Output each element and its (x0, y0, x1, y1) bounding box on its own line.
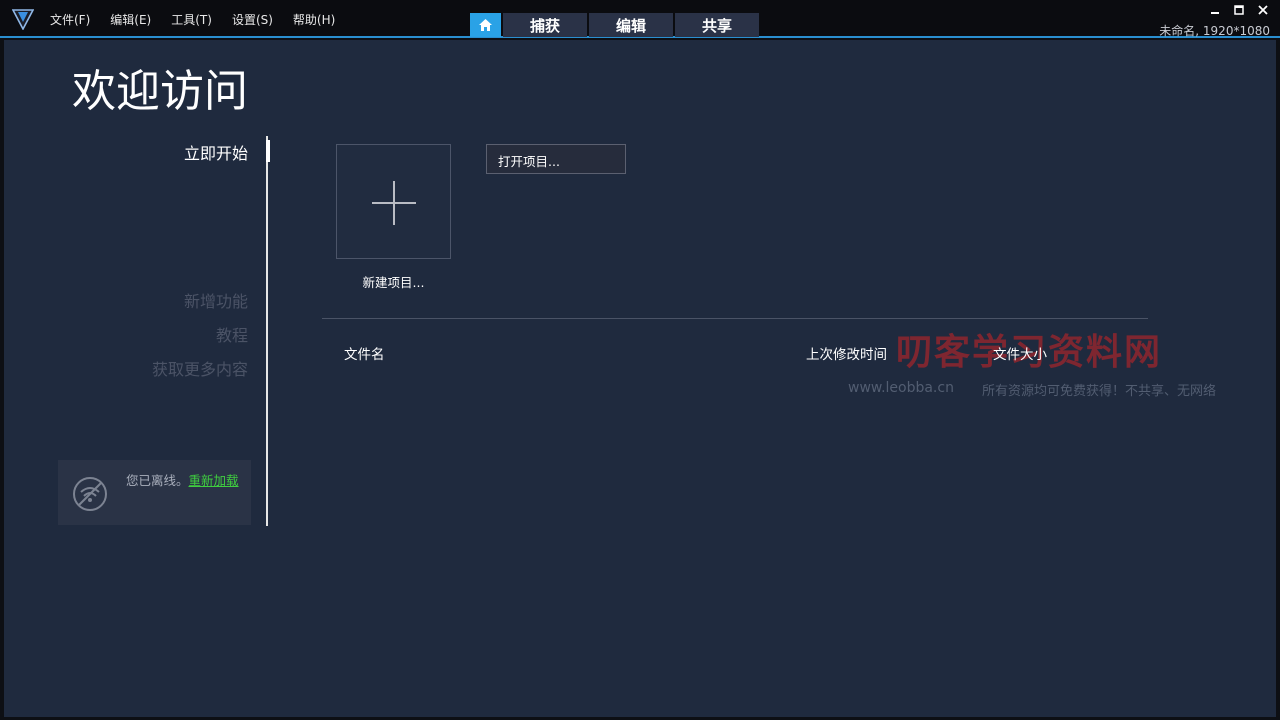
nav-get-more[interactable]: 获取更多内容 (152, 356, 248, 380)
new-project-button[interactable] (336, 144, 451, 259)
menu-tools[interactable]: 工具(T) (171, 11, 212, 28)
tab-capture[interactable]: 捕获 (503, 13, 587, 37)
maximize-button[interactable] (1232, 4, 1246, 16)
title-bar: 文件(F) 编辑(E) 工具(T) 设置(S) 帮助(H) 捕获 编辑 共享 未… (0, 0, 1280, 38)
column-header-filename[interactable]: 文件名 (344, 343, 385, 363)
plus-icon-vertical (393, 181, 395, 225)
menu-help[interactable]: 帮助(H) (293, 11, 335, 28)
maximize-icon (1234, 5, 1244, 15)
minimize-icon (1211, 12, 1219, 14)
column-header-size[interactable]: 文件大小 (993, 343, 1047, 363)
open-project-button[interactable]: 打开项目... (486, 144, 626, 174)
divider (322, 318, 1148, 319)
close-button[interactable] (1256, 4, 1270, 16)
mode-tabs: 捕获 编辑 共享 (470, 13, 759, 37)
offline-notice: 您已离线。重新加载 (58, 460, 251, 525)
menu-edit[interactable]: 编辑(E) (110, 11, 151, 28)
project-info: 未命名, 1920*1080 (1159, 24, 1270, 38)
tab-edit[interactable]: 编辑 (589, 13, 673, 37)
no-wifi-icon (73, 477, 107, 511)
offline-message: 您已离线。 (126, 473, 189, 488)
tab-home[interactable] (470, 13, 501, 37)
page-title: 欢迎访问 (72, 66, 248, 117)
column-header-modified[interactable]: 上次修改时间 (806, 343, 887, 363)
watermark-note: 所有资源均可免费获得！不共享、无网络 (982, 384, 1217, 399)
close-icon (1258, 5, 1268, 15)
menu-settings[interactable]: 设置(S) (232, 11, 273, 28)
nav-whats-new[interactable]: 新增功能 (184, 288, 248, 312)
tab-share[interactable]: 共享 (675, 13, 759, 37)
window-controls (1208, 4, 1270, 16)
nav-tutorials[interactable]: 教程 (216, 322, 248, 346)
menu-file[interactable]: 文件(F) (50, 11, 90, 28)
nav-get-started[interactable]: 立即开始 (184, 140, 248, 164)
app-logo-icon[interactable] (12, 8, 34, 30)
welcome-panel: 欢迎访问 立即开始 新增功能 教程 获取更多内容 您已离线。重新加载 新建项目.… (4, 40, 1276, 717)
minimize-button[interactable] (1208, 4, 1222, 16)
watermark-url: www.leobba.cn (848, 380, 954, 396)
menu-bar: 文件(F) 编辑(E) 工具(T) 设置(S) 帮助(H) (50, 11, 335, 28)
nav-active-indicator (266, 140, 270, 162)
reload-link[interactable]: 重新加载 (189, 473, 239, 488)
offline-text: 您已离线。重新加载 (126, 472, 242, 489)
home-icon (479, 19, 492, 31)
new-project-label[interactable]: 新建项目... (336, 272, 451, 291)
